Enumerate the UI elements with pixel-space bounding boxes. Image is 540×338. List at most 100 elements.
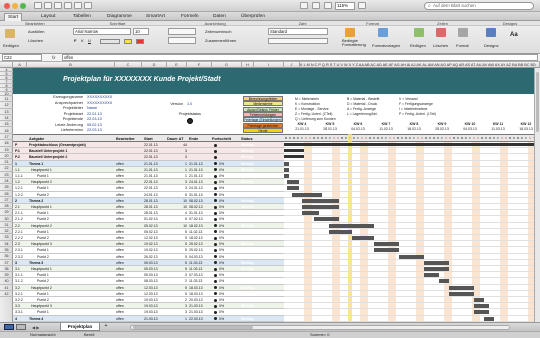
task-owner[interactable]: offen [116, 310, 142, 314]
tab-ueberpruefen[interactable]: Überprüfen [238, 13, 268, 21]
tab-daten[interactable]: Daten [210, 13, 229, 21]
paste-icon[interactable] [5, 29, 15, 38]
worksheet[interactable]: Projektplan für XXXXXXXX Kunde Projekt/S… [13, 68, 540, 322]
font-size-select[interactable]: 10 [133, 28, 149, 35]
task-owner[interactable]: offen [116, 230, 142, 234]
task-duration[interactable]: 3 [169, 304, 187, 308]
task-name[interactable]: Hauptpunkt 2 [31, 224, 111, 228]
task-start[interactable]: 21.01.13 [144, 168, 168, 172]
task-end[interactable]: 18.02.13 [189, 224, 213, 228]
task-duration[interactable]: 6 [169, 193, 187, 197]
table-row[interactable]: 4 Thema 4 offen 21.03.13 1 22.03.13 0% Wichtig [13, 315, 284, 322]
task-start[interactable]: 28.01.13 [144, 199, 168, 203]
task-end[interactable]: 21.03.13 [189, 310, 213, 314]
horizontal-scroll-thumb[interactable] [133, 326, 253, 329]
task-end[interactable]: 22.03.13 [189, 317, 213, 321]
tab-tabellen[interactable]: Tabellen [70, 13, 94, 21]
task-end[interactable]: 11.03.13 [189, 279, 213, 283]
row-header[interactable]: 42 [0, 291, 13, 298]
task-progress[interactable]: 0% [219, 317, 237, 321]
task-duration[interactable]: 1 [169, 162, 187, 166]
task-name[interactable]: Punkt 2 [37, 217, 117, 221]
task-start[interactable]: 19.03.13 [144, 304, 168, 308]
task-end[interactable]: 11.02.13 [189, 230, 213, 234]
task-start[interactable]: 22.01.13 [144, 155, 168, 159]
print-icon[interactable] [64, 2, 72, 9]
task-progress[interactable]: 0% [219, 261, 237, 265]
task-owner[interactable]: offen [116, 186, 142, 190]
undo-icon[interactable] [74, 2, 82, 9]
task-start[interactable]: 19.03.13 [144, 310, 168, 314]
function-icon[interactable]: fx [52, 55, 56, 60]
task-owner[interactable]: offen [116, 255, 142, 259]
task-start[interactable]: 08.03.13 [144, 279, 168, 283]
task-progress[interactable]: 0% [219, 279, 237, 283]
task-duration[interactable]: 5 [169, 286, 187, 290]
horizontal-scrollbar[interactable] [130, 325, 510, 330]
paste-button[interactable]: Einfügen [3, 43, 19, 48]
task-start[interactable]: 05.03.13 [144, 273, 168, 277]
task-name[interactable]: Hauptpunkt 2 [31, 180, 111, 184]
task-name[interactable]: Hauptpunkt 1 [31, 205, 111, 209]
task-owner[interactable]: offen [116, 261, 142, 265]
task-start[interactable]: 22.01.13 [144, 149, 168, 153]
task-owner[interactable]: offen [116, 286, 142, 290]
task-owner[interactable]: offen [116, 273, 142, 277]
task-name[interactable]: Punkt 1 [37, 211, 117, 215]
conditional-format-icon[interactable] [345, 28, 355, 37]
tab-formeln[interactable]: Formeln [178, 13, 202, 21]
task-progress[interactable]: 0% [219, 174, 237, 178]
task-progress[interactable]: 0% [219, 217, 237, 221]
task-owner[interactable]: offen [116, 248, 142, 252]
task-duration[interactable]: 3 [169, 273, 187, 277]
task-duration[interactable]: 44 [169, 143, 187, 147]
task-start[interactable]: 12.02.13 [144, 236, 168, 240]
task-name[interactable]: Baustell Unterprojekt 2 [29, 155, 109, 159]
task-start[interactable]: 05.03.13 [144, 267, 168, 271]
task-duration[interactable]: 3 [169, 180, 187, 184]
task-owner[interactable]: offen [116, 267, 142, 271]
task-duration[interactable]: 5 [169, 261, 187, 265]
task-owner[interactable]: offen [116, 211, 142, 215]
task-name[interactable]: Hauptpunkt 1 [31, 267, 111, 271]
task-progress[interactable]: 0% [219, 230, 237, 234]
number-format-select[interactable]: Standard [268, 28, 328, 35]
task-duration[interactable]: 5 [169, 267, 187, 271]
task-start[interactable]: 21.01.13 [144, 162, 168, 166]
task-duration[interactable]: 10 [169, 205, 187, 209]
task-progress[interactable]: 0% [219, 236, 237, 240]
format-cells-button[interactable]: Format [456, 43, 469, 48]
task-start[interactable]: 22.01.13 [144, 180, 168, 184]
new-icon[interactable] [34, 2, 42, 9]
task-owner[interactable]: offen [116, 236, 142, 240]
font-name-select[interactable]: Arial Narrow [73, 28, 131, 35]
task-name[interactable]: Punkt 2 [37, 236, 117, 240]
redo-icon[interactable] [84, 2, 92, 9]
task-start[interactable]: 21.03.13 [144, 317, 168, 321]
task-progress[interactable]: 0% [219, 310, 237, 314]
task-name[interactable]: Punkt 2 [37, 298, 117, 302]
task-end[interactable]: 31.01.13 [189, 211, 213, 215]
task-progress[interactable]: 0% [219, 267, 237, 271]
add-sheet-button[interactable]: + [102, 323, 110, 331]
task-start[interactable]: 12.03.13 [144, 292, 168, 296]
task-name[interactable]: Punkt 1 [37, 273, 117, 277]
task-start[interactable]: 01.02.13 [144, 217, 168, 221]
task-start[interactable]: 21.01.13 [144, 174, 168, 178]
task-end[interactable]: 21.01.13 [189, 162, 213, 166]
zoom-field[interactable]: 115% [335, 2, 355, 10]
task-name[interactable]: Projektabschluss (Gesamtprojekt) [29, 143, 109, 147]
font-theme-button[interactable]: Aa [510, 32, 518, 38]
open-icon[interactable] [44, 2, 52, 9]
vertical-scrollbar[interactable] [534, 68, 540, 322]
fill-button[interactable]: Ausfüllen [28, 29, 44, 34]
task-duration[interactable]: 3 [169, 186, 187, 190]
task-duration[interactable]: 2 [169, 298, 187, 302]
task-duration[interactable]: 3 [169, 310, 187, 314]
task-owner[interactable]: offen [116, 224, 142, 228]
task-start[interactable]: 28.01.13 [144, 211, 168, 215]
tab-diagramme[interactable]: Diagramme [104, 13, 135, 21]
insert-cells-button[interactable]: Einfügen [410, 43, 426, 48]
bold-button[interactable]: F [74, 38, 76, 43]
align-left-icon[interactable] [168, 37, 196, 44]
